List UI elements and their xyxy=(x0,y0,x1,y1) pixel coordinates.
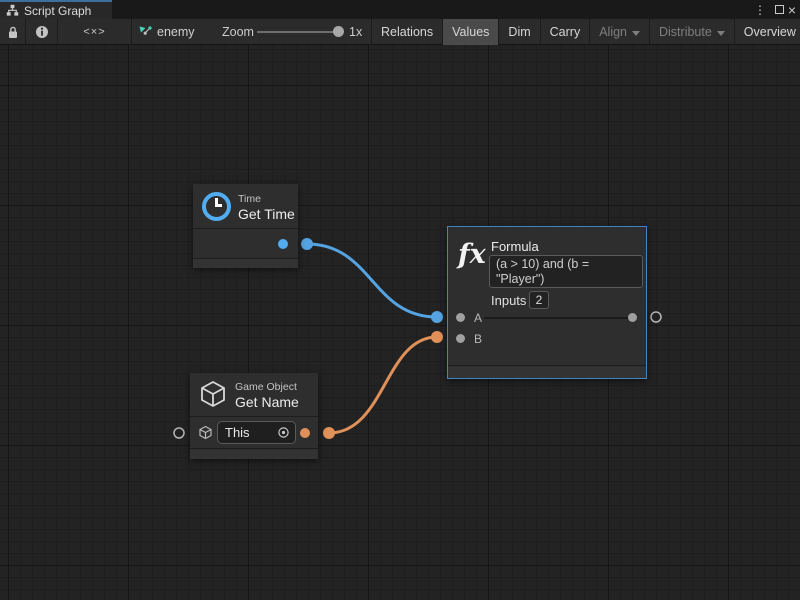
distribute-button[interactable]: Distribute xyxy=(650,19,735,45)
overview-button[interactable]: Overview xyxy=(735,19,800,45)
lock-button[interactable] xyxy=(0,19,25,45)
connection-gettime-to-formula-a[interactable] xyxy=(307,244,437,317)
object-picker-icon[interactable] xyxy=(277,426,290,439)
node-footer xyxy=(190,450,318,459)
node-title: Formula xyxy=(491,239,539,254)
zoom-label: Zoom xyxy=(222,25,254,39)
code-view-icon: <×> xyxy=(83,26,105,38)
target-value: This xyxy=(225,425,250,440)
dim-label: Dim xyxy=(508,25,530,39)
getname-target-input-port[interactable] xyxy=(174,428,184,438)
graph-name: enemy xyxy=(157,25,195,39)
script-graph-icon xyxy=(6,4,19,17)
toolbar-divider xyxy=(131,19,132,45)
dim-button[interactable]: Dim xyxy=(499,19,540,45)
zoom-level: 1x xyxy=(349,25,362,39)
port-b-label: B xyxy=(474,332,482,346)
node-formula[interactable]: fx Formula (a > 10) and (b = "Player") I… xyxy=(447,226,647,379)
node-divider xyxy=(190,448,318,449)
relations-label: Relations xyxy=(381,25,433,39)
connection-endpoint-blue[interactable] xyxy=(431,311,443,323)
target-object-field[interactable]: This xyxy=(217,421,296,444)
node-footer xyxy=(193,259,298,268)
inputs-count-field[interactable]: 2 xyxy=(529,291,549,309)
formula-input-a-dot[interactable] xyxy=(456,313,465,322)
carry-label: Carry xyxy=(550,25,581,39)
window-close-button[interactable]: × xyxy=(785,0,799,19)
node-title: Get Name xyxy=(235,394,299,410)
overview-label: Overview xyxy=(744,25,796,39)
port-relation-line xyxy=(484,317,629,319)
values-button[interactable]: Values xyxy=(443,19,499,45)
zoom-slider-handle[interactable] xyxy=(333,26,344,37)
clock-icon xyxy=(202,192,231,221)
tab-title: Script Graph xyxy=(24,4,91,18)
formula-expression-field[interactable]: (a > 10) and (b = "Player") xyxy=(489,255,643,288)
connection-endpoint-orange[interactable] xyxy=(431,331,443,343)
formula-output-dot[interactable] xyxy=(628,313,637,322)
connection-layer xyxy=(0,45,800,600)
node-title: Get Time xyxy=(238,206,295,222)
node-get-name[interactable]: Game Object Get Name This xyxy=(190,373,318,459)
window-maximize-button[interactable] xyxy=(775,0,784,19)
node-divider xyxy=(193,228,298,229)
graph-asset-icon xyxy=(138,25,152,39)
distribute-label: Distribute xyxy=(659,25,712,39)
node-get-time[interactable]: Time Get Time xyxy=(193,184,298,268)
align-label: Align xyxy=(599,25,627,39)
carry-button[interactable]: Carry xyxy=(541,19,591,45)
node-divider xyxy=(190,416,318,417)
target-cube-icon xyxy=(198,425,213,440)
graph-canvas[interactable]: Time Get Time fx Formula (a > 10) and (b… xyxy=(0,45,800,600)
game-object-cube-icon xyxy=(198,379,228,409)
maximize-icon xyxy=(775,5,784,14)
connection-endpoint-blue[interactable] xyxy=(301,238,313,250)
relations-button[interactable]: Relations xyxy=(372,19,443,45)
info-button[interactable] xyxy=(26,19,57,45)
formula-output-port[interactable] xyxy=(651,312,661,322)
values-label: Values xyxy=(452,25,489,39)
lock-icon xyxy=(7,26,19,39)
align-button[interactable]: Align xyxy=(590,19,650,45)
code-view-button[interactable]: <×> xyxy=(58,19,131,45)
chevron-down-icon xyxy=(717,31,725,36)
node-category: Time xyxy=(238,193,261,205)
zoom-slider-track[interactable] xyxy=(257,31,339,33)
tab-script-graph[interactable]: Script Graph xyxy=(0,0,112,19)
window-tab-bar: Script Graph ⋮ × xyxy=(0,0,800,19)
connection-endpoint-orange[interactable] xyxy=(323,427,335,439)
graph-toolbar: <×> enemy Zoom 1x Relations Values Dim C… xyxy=(0,19,800,45)
formula-input-b-dot[interactable] xyxy=(456,334,465,343)
chevron-down-icon xyxy=(632,31,640,36)
inputs-label: Inputs xyxy=(491,293,526,308)
gettime-output-port-dot[interactable] xyxy=(278,239,288,249)
node-footer xyxy=(448,367,646,378)
toolbar-buttons: Relations Values Dim Carry Align Distrib… xyxy=(372,19,800,45)
node-category: Game Object xyxy=(235,381,297,393)
node-divider xyxy=(448,365,646,366)
connection-getname-to-formula-b[interactable] xyxy=(329,337,437,433)
info-icon xyxy=(35,25,49,39)
getname-output-port-dot[interactable] xyxy=(300,428,310,438)
formula-fx-icon: fx xyxy=(458,239,486,270)
graph-breadcrumb[interactable]: enemy xyxy=(138,19,195,45)
window-menu-button[interactable]: ⋮ xyxy=(754,0,766,19)
port-a-label: A xyxy=(474,311,482,325)
